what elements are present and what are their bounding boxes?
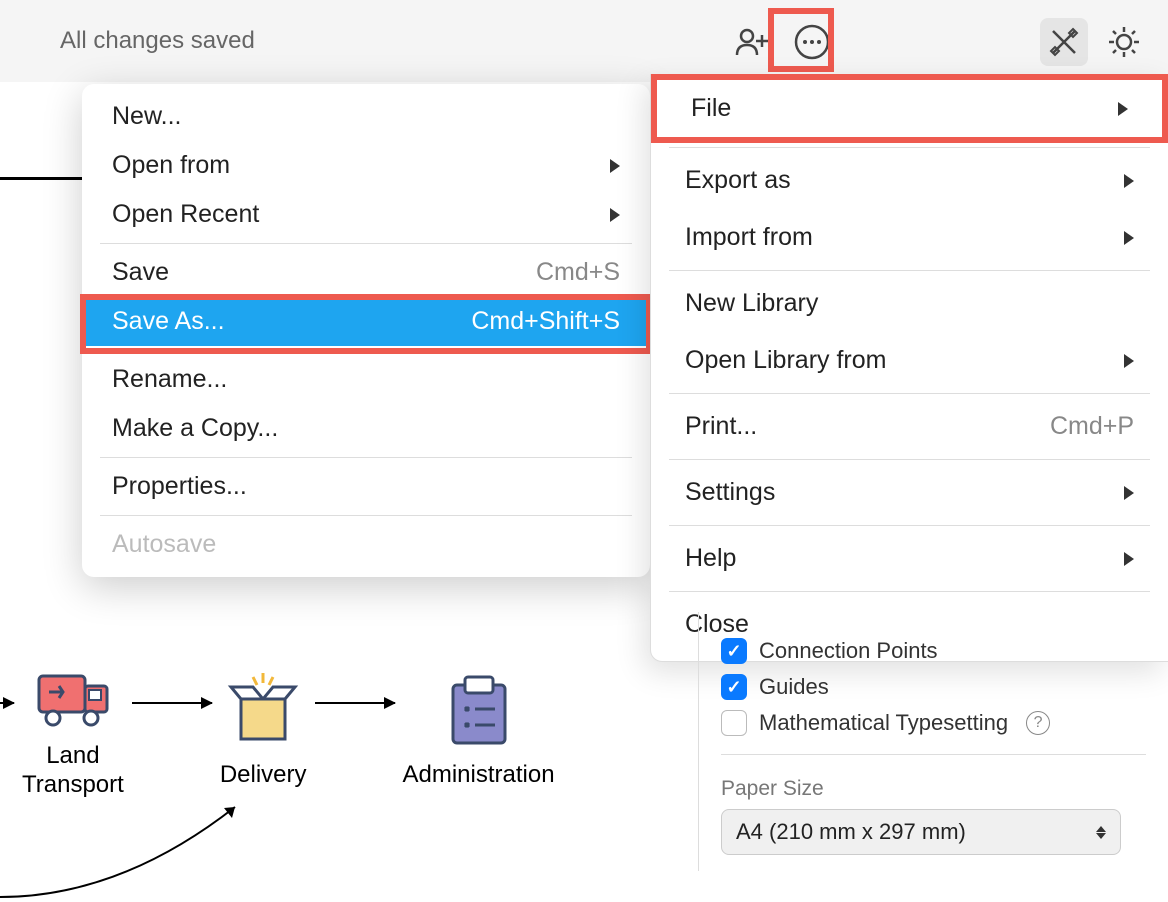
chevron-right-icon: [1124, 486, 1134, 500]
file-submenu: New... Open from Open Recent Save Cmd+S S…: [82, 84, 650, 577]
topbar-icons: [728, 18, 1148, 66]
chevron-right-icon: [1124, 354, 1134, 368]
menu-label: New Library: [685, 289, 818, 318]
checkbox-icon: [721, 638, 747, 664]
chevron-right-icon: [610, 208, 620, 222]
panel-separator: [721, 754, 1146, 755]
menu-label: Import from: [685, 223, 813, 252]
menu-label: New...: [112, 102, 181, 131]
checkbox-guides[interactable]: Guides: [721, 674, 1146, 700]
node-label: Delivery: [220, 761, 307, 790]
updown-icon: [1096, 826, 1106, 839]
theme-button[interactable]: [1100, 18, 1148, 66]
chevron-right-icon: [1124, 552, 1134, 566]
menu-label: Export as: [685, 166, 791, 195]
checkbox-connection-points[interactable]: Connection Points: [721, 638, 1146, 664]
menu-open-from[interactable]: Open from: [82, 141, 650, 190]
save-status: All changes saved: [60, 27, 255, 55]
menu-help[interactable]: Help: [651, 530, 1168, 587]
menu-label: File: [691, 94, 731, 123]
sun-icon: [1107, 25, 1141, 59]
menu-new-library[interactable]: New Library: [651, 275, 1168, 332]
chevron-right-icon: [1124, 231, 1134, 245]
menu-label: Autosave: [112, 530, 216, 559]
chevron-right-icon: [1124, 174, 1134, 188]
menu-separator: [669, 525, 1150, 526]
menu-label: Make a Copy...: [112, 414, 278, 443]
menu-separator: [100, 457, 632, 458]
format-panel: Connection Points Guides Mathematical Ty…: [698, 612, 1168, 871]
menu-separator: [669, 147, 1150, 148]
menu-autosave[interactable]: Autosave: [82, 520, 650, 569]
arrow-icon: [315, 702, 395, 704]
menu-save[interactable]: Save Cmd+S: [82, 248, 650, 297]
checkbox-math-typesetting[interactable]: Mathematical Typesetting ?: [721, 710, 1146, 736]
menu-label: Properties...: [112, 472, 247, 501]
checkbox-label: Guides: [759, 674, 829, 700]
menu-separator: [100, 350, 632, 351]
menu-separator: [669, 591, 1150, 592]
paper-size-select[interactable]: A4 (210 mm x 297 mm): [721, 809, 1121, 855]
topbar: All changes saved: [0, 0, 1168, 82]
more-button[interactable]: [788, 18, 836, 66]
menu-make-copy[interactable]: Make a Copy...: [82, 404, 650, 453]
menu-separator: [669, 393, 1150, 394]
menu-open-recent[interactable]: Open Recent: [82, 190, 650, 239]
menu-label: Save: [112, 258, 169, 287]
paper-size-label: Paper Size: [721, 777, 1146, 801]
shortcut-label: Cmd+Shift+S: [471, 307, 620, 336]
truck-icon: [33, 662, 113, 732]
menu-settings[interactable]: Settings: [651, 464, 1168, 521]
menu-label: Save As...: [112, 307, 225, 336]
more-horiz-icon: [794, 24, 830, 60]
menu-print[interactable]: Print... Cmd+P: [651, 398, 1168, 455]
checkbox-icon: [721, 674, 747, 700]
menu-separator: [100, 515, 632, 516]
help-icon[interactable]: ?: [1026, 711, 1050, 735]
shortcut-label: Cmd+P: [1050, 412, 1134, 441]
checkbox-label: Mathematical Typesetting: [759, 710, 1008, 736]
menu-label: Open Recent: [112, 200, 259, 229]
box-open-icon: [223, 671, 303, 751]
chevron-right-icon: [610, 159, 620, 173]
menu-label: Print...: [685, 412, 757, 441]
menu-import-from[interactable]: Import from: [651, 209, 1168, 266]
clipboard-icon: [441, 671, 517, 751]
checkbox-label: Connection Points: [759, 638, 938, 664]
arrow-icon: [0, 702, 14, 704]
diagram: Land Transport Delivery: [0, 662, 555, 800]
design-tools-button[interactable]: [1040, 18, 1088, 66]
person-add-icon: [735, 27, 769, 57]
menu-file[interactable]: File: [651, 74, 1168, 143]
connector-curve: [0, 802, 250, 902]
menu-separator: [669, 270, 1150, 271]
node-land-transport[interactable]: Land Transport: [22, 662, 124, 800]
menu-label: Open Library from: [685, 346, 886, 375]
chevron-right-icon: [1118, 102, 1128, 116]
menu-separator: [669, 459, 1150, 460]
select-value: A4 (210 mm x 297 mm): [736, 819, 966, 845]
node-delivery[interactable]: Delivery: [220, 671, 307, 790]
menu-open-library-from[interactable]: Open Library from: [651, 332, 1168, 389]
menu-label: Help: [685, 544, 736, 573]
node-label: Administration: [403, 761, 555, 790]
menu-label: Settings: [685, 478, 775, 507]
menu-label: Rename...: [112, 365, 227, 394]
checkbox-icon: [721, 710, 747, 736]
page-edge: [0, 177, 82, 180]
menu-separator: [100, 243, 632, 244]
pencil-ruler-icon: [1048, 26, 1080, 58]
menu-label: Open from: [112, 151, 230, 180]
node-label: Land Transport: [22, 742, 124, 800]
node-administration[interactable]: Administration: [403, 671, 555, 790]
menu-save-as[interactable]: Save As... Cmd+Shift+S: [82, 297, 650, 346]
menu-properties[interactable]: Properties...: [82, 462, 650, 511]
main-menu: File Export as Import from New Library O…: [650, 74, 1168, 662]
share-button[interactable]: [728, 18, 776, 66]
menu-new[interactable]: New...: [82, 92, 650, 141]
arrow-icon: [132, 702, 212, 704]
menu-rename[interactable]: Rename...: [82, 355, 650, 404]
shortcut-label: Cmd+S: [536, 258, 620, 287]
menu-export-as[interactable]: Export as: [651, 152, 1168, 209]
